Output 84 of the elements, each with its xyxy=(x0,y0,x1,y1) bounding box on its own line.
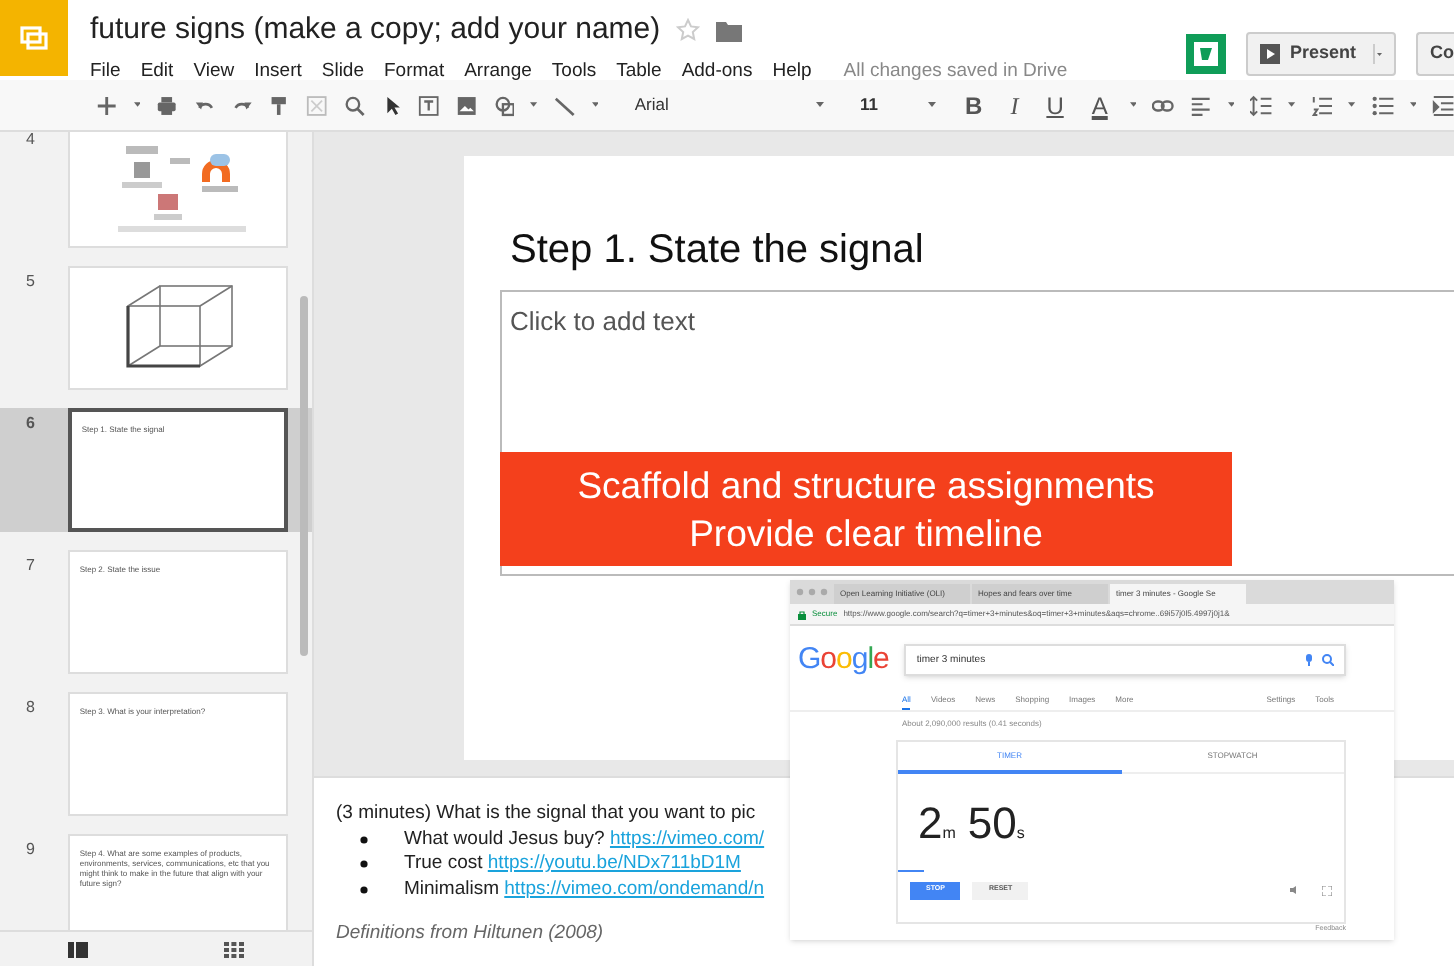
filmstrip-view-icon[interactable] xyxy=(68,941,88,957)
menu-item[interactable]: Edit xyxy=(140,57,174,86)
play-icon xyxy=(1259,44,1280,64)
text-box-icon[interactable] xyxy=(418,93,441,117)
star-icon[interactable] xyxy=(676,18,701,43)
slides-icon xyxy=(20,26,48,50)
slide-number: 7 xyxy=(26,554,37,578)
zoom-icon[interactable] xyxy=(343,93,366,117)
slide-title[interactable]: Step 1. State the signal xyxy=(510,220,924,280)
line-spacing-icon[interactable] xyxy=(1250,93,1273,117)
plus-icon[interactable] xyxy=(96,93,118,117)
format-button[interactable]: I xyxy=(1004,87,1025,123)
menu-item[interactable]: Help xyxy=(772,57,812,86)
line-icon[interactable] xyxy=(554,93,576,117)
slide-thumbnail-row[interactable]: 5 xyxy=(0,266,312,390)
search-icon[interactable] xyxy=(1322,654,1334,667)
timer-unit: m xyxy=(942,821,956,845)
image-icon[interactable] xyxy=(456,93,478,117)
menu-item[interactable]: Tools xyxy=(551,57,597,86)
slide-number: 8 xyxy=(26,696,37,720)
banner-text: Scaffold and structure assignments xyxy=(577,461,1155,509)
font-dropdown[interactable]: Arial xyxy=(614,92,837,118)
note-bullet-text: What would Jesus buy? xyxy=(404,827,607,852)
shape-icon[interactable] xyxy=(493,93,515,117)
grid-view-icon[interactable] xyxy=(224,941,244,957)
timer-minutes: 2 xyxy=(918,795,943,851)
format-button[interactable]: B xyxy=(959,87,989,123)
timer-unit: s xyxy=(1016,821,1025,845)
slide-thumbnail-row[interactable]: 4 xyxy=(0,132,312,248)
caret-icon[interactable] xyxy=(530,102,539,108)
present-button[interactable]: Present xyxy=(1245,32,1396,76)
speaker-icon[interactable] xyxy=(1290,886,1298,894)
comments-button[interactable]: Co xyxy=(1416,32,1454,76)
menu-item[interactable]: File xyxy=(90,57,121,86)
align-icon[interactable] xyxy=(1190,93,1212,117)
menu-item[interactable]: Add-ons xyxy=(681,57,753,86)
caret-icon[interactable] xyxy=(1129,102,1137,108)
user-avatar-icon[interactable] xyxy=(1185,34,1226,74)
caret-icon[interactable] xyxy=(133,102,141,108)
slide-number: 4 xyxy=(26,132,37,152)
save-status: All changes saved in Drive xyxy=(843,57,1068,85)
document-title[interactable]: future signs (make a copy; add your name) xyxy=(90,8,661,53)
slide-number: 5 xyxy=(26,270,37,294)
bullet-icon xyxy=(360,860,368,869)
indent-icon[interactable] xyxy=(1432,93,1454,117)
caret-icon[interactable] xyxy=(1409,102,1417,108)
print-icon[interactable] xyxy=(156,93,179,117)
menu-item[interactable]: Format xyxy=(384,57,445,86)
numbered-list-icon[interactable] xyxy=(1311,93,1333,117)
folder-icon[interactable] xyxy=(716,19,743,42)
bulleted-list-icon[interactable] xyxy=(1372,93,1394,117)
slide-thumbnail[interactable] xyxy=(67,266,288,390)
slide-number: 9 xyxy=(26,838,37,862)
notes-footer: Definitions from Hiltunen (2008) xyxy=(336,922,604,947)
bullet-icon xyxy=(360,835,368,844)
banner-text: Provide clear timeline xyxy=(689,509,1043,557)
format-button[interactable]: U xyxy=(1040,87,1070,123)
slide-thumbnail[interactable] xyxy=(67,132,288,248)
caret-icon[interactable] xyxy=(1288,102,1296,108)
slide-number: 6 xyxy=(26,412,37,436)
cursor-icon[interactable] xyxy=(381,93,403,117)
microphone-icon[interactable] xyxy=(1306,654,1312,667)
note-bullet-text: Minimalism xyxy=(404,877,501,902)
caret-icon xyxy=(816,102,825,108)
timer-seconds: 50 xyxy=(967,795,1017,851)
paint-format-icon[interactable] xyxy=(268,93,291,117)
menu-item[interactable]: Insert xyxy=(254,57,302,86)
format-button[interactable]: A xyxy=(1085,87,1114,123)
google-logo[interactable]: Google xyxy=(798,638,889,683)
note-bullet-text: True cost xyxy=(404,852,485,877)
caret-icon xyxy=(927,102,936,108)
font-size-dropdown[interactable]: 11 xyxy=(852,92,944,118)
bullet-icon xyxy=(360,885,368,894)
caret-icon[interactable] xyxy=(591,102,599,108)
body-placeholder: Click to add text xyxy=(508,304,697,340)
caret-icon[interactable] xyxy=(1227,102,1235,108)
menu-item[interactable]: Arrange xyxy=(464,57,532,86)
menu-item[interactable]: Slide xyxy=(321,57,364,86)
caret-icon[interactable] xyxy=(1348,102,1357,108)
speaker-notes-text[interactable]: (3 minutes) What is the signal that you want to pic xyxy=(336,802,756,827)
menu-item[interactable]: View xyxy=(193,57,235,86)
lock-icon xyxy=(798,609,806,619)
menu-item[interactable]: Table xyxy=(616,57,662,86)
scrollbar-thumb[interactable] xyxy=(300,296,308,656)
